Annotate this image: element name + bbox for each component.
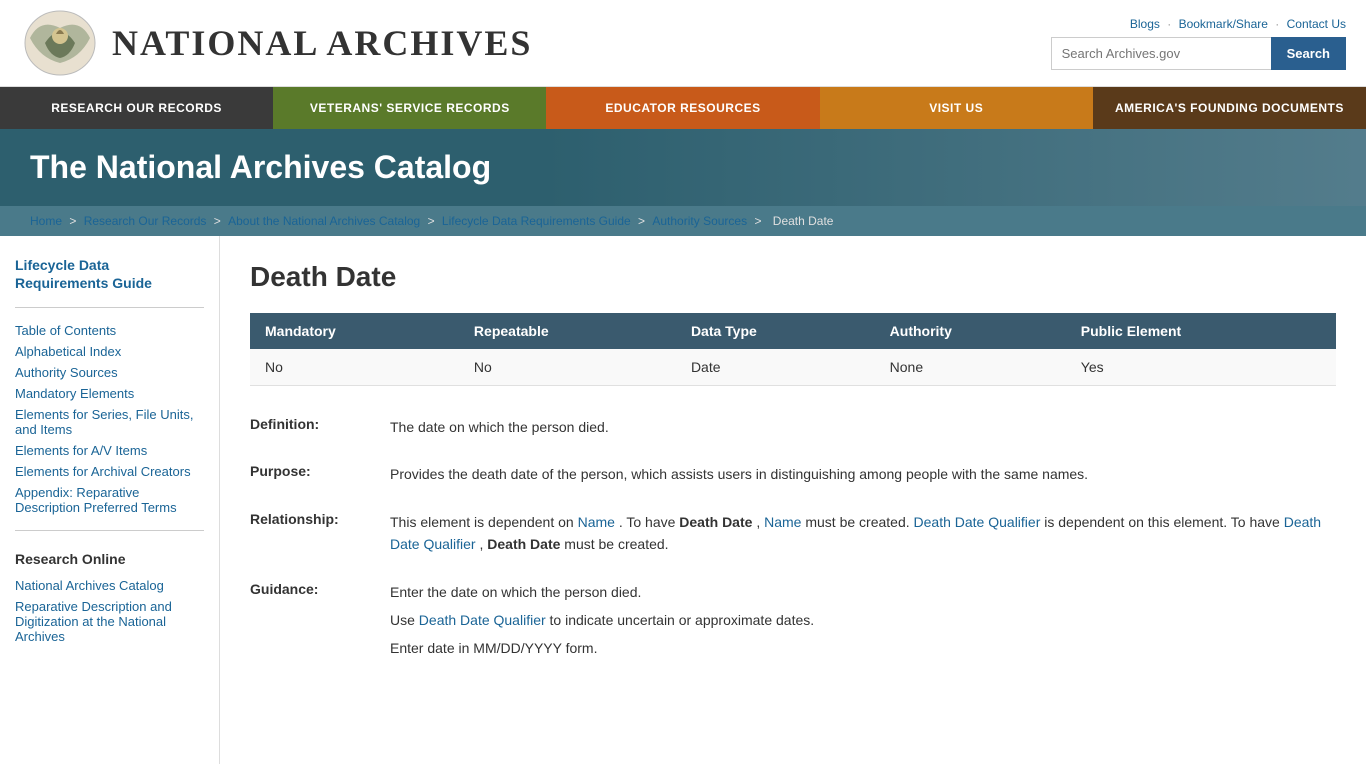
breadcrumb-authority[interactable]: Authority Sources bbox=[652, 214, 747, 228]
col-datatype: Data Type bbox=[676, 313, 875, 349]
purpose-text: Provides the death date of the person, w… bbox=[390, 463, 1336, 485]
logo-area: NATIONAL ARCHIVES bbox=[20, 8, 532, 78]
breadcrumb: Home > Research Our Records > About the … bbox=[0, 206, 1366, 236]
purpose-label: Purpose: bbox=[250, 463, 390, 479]
breadcrumb-lifecycle[interactable]: Lifecycle Data Requirements Guide bbox=[442, 214, 631, 228]
guidance-line-2: Use Death Date Qualifier to indicate unc… bbox=[390, 609, 1336, 631]
nav-item-educator[interactable]: EDUCATOR RESOURCES bbox=[546, 87, 819, 129]
col-mandatory: Mandatory bbox=[250, 313, 459, 349]
nav-item-founding[interactable]: AMERICA'S FOUNDING DOCUMENTS bbox=[1093, 87, 1366, 129]
nav-item-research[interactable]: RESEARCH OUR RECORDS bbox=[0, 87, 273, 129]
search-button[interactable]: Search bbox=[1271, 37, 1346, 70]
sidebar-lifecycle-link[interactable]: Lifecycle Data Requirements Guide bbox=[15, 256, 204, 292]
rel-mid2: must be created. bbox=[805, 514, 913, 530]
banner-title: The National Archives Catalog bbox=[30, 149, 1336, 186]
guidance-text: Enter the date on which the person died.… bbox=[390, 581, 1336, 666]
banner: The National Archives Catalog bbox=[0, 129, 1366, 206]
table-row: No No Date None Yes bbox=[250, 349, 1336, 386]
sidebar-item-alpha[interactable]: Alphabetical Index bbox=[15, 341, 204, 362]
breadcrumb-about[interactable]: About the National Archives Catalog bbox=[228, 214, 420, 228]
nav-bar: RESEARCH OUR RECORDS VETERANS' SERVICE R… bbox=[0, 87, 1366, 129]
rel-intro: This element is dependent on bbox=[390, 514, 574, 530]
page-title: Death Date bbox=[250, 261, 1336, 293]
guidance-label: Guidance: bbox=[250, 581, 390, 597]
nav-item-visit[interactable]: VISIT US bbox=[820, 87, 1093, 129]
rel-bold2: Death Date bbox=[487, 536, 560, 552]
relationship-text: This element is dependent on Name . To h… bbox=[390, 511, 1336, 556]
cell-public: Yes bbox=[1066, 349, 1336, 386]
top-right-area: Blogs · Bookmark/Share · Contact Us Sear… bbox=[1051, 17, 1346, 70]
breadcrumb-current: Death Date bbox=[773, 214, 834, 228]
top-bar: NATIONAL ARCHIVES Blogs · Bookmark/Share… bbox=[0, 0, 1366, 87]
rel-name-link-2[interactable]: Name bbox=[764, 514, 801, 530]
sidebar-item-mandatory[interactable]: Mandatory Elements bbox=[15, 383, 204, 404]
table-header-row: Mandatory Repeatable Data Type Authority… bbox=[250, 313, 1336, 349]
guidance-line-3: Enter date in MM/DD/YYYY form. bbox=[390, 637, 1336, 659]
rel-end: must be created. bbox=[564, 536, 668, 552]
relationship-label: Relationship: bbox=[250, 511, 390, 527]
nav-item-veterans[interactable]: VETERANS' SERVICE RECORDS bbox=[273, 87, 546, 129]
sidebar: Lifecycle Data Requirements Guide Table … bbox=[0, 236, 220, 764]
search-input[interactable] bbox=[1051, 37, 1271, 70]
main-layout: Lifecycle Data Requirements Guide Table … bbox=[0, 236, 1366, 764]
breadcrumb-research[interactable]: Research Our Records bbox=[84, 214, 207, 228]
sidebar-divider-1 bbox=[15, 307, 204, 308]
cell-datatype: Date bbox=[676, 349, 875, 386]
definition-section: Definition: The date on which the person… bbox=[250, 416, 1336, 438]
sidebar-item-appendix[interactable]: Appendix: Reparative Description Preferr… bbox=[15, 482, 204, 518]
sidebar-item-authority[interactable]: Authority Sources bbox=[15, 362, 204, 383]
sidebar-item-elements-series[interactable]: Elements for Series, File Units, and Ite… bbox=[15, 404, 204, 440]
sidebar-divider-2 bbox=[15, 530, 204, 531]
definition-label: Definition: bbox=[250, 416, 390, 432]
contact-link[interactable]: Contact Us bbox=[1287, 17, 1346, 31]
col-public: Public Element bbox=[1066, 313, 1336, 349]
top-links: Blogs · Bookmark/Share · Contact Us bbox=[1130, 17, 1346, 31]
purpose-section: Purpose: Provides the death date of the … bbox=[250, 463, 1336, 485]
metadata-table: Mandatory Repeatable Data Type Authority… bbox=[250, 313, 1336, 386]
col-repeatable: Repeatable bbox=[459, 313, 676, 349]
sidebar-item-reparative[interactable]: Reparative Description and Digitization … bbox=[15, 596, 204, 647]
blogs-link[interactable]: Blogs bbox=[1130, 17, 1160, 31]
rel-ddq-link-1[interactable]: Death Date Qualifier bbox=[914, 514, 1041, 530]
rel-mid3: is dependent on this element. To have bbox=[1044, 514, 1283, 530]
bookmark-link[interactable]: Bookmark/Share bbox=[1179, 17, 1268, 31]
breadcrumb-home[interactable]: Home bbox=[30, 214, 62, 228]
col-authority: Authority bbox=[875, 313, 1066, 349]
search-bar: Search bbox=[1051, 37, 1346, 70]
cell-repeatable: No bbox=[459, 349, 676, 386]
guidance-section: Guidance: Enter the date on which the pe… bbox=[250, 581, 1336, 666]
definition-text: The date on which the person died. bbox=[390, 416, 1336, 438]
site-title: NATIONAL ARCHIVES bbox=[112, 22, 532, 64]
cell-authority: None bbox=[875, 349, 1066, 386]
cell-mandatory: No bbox=[250, 349, 459, 386]
sidebar-item-catalog[interactable]: National Archives Catalog bbox=[15, 575, 204, 596]
guidance-ddq-link[interactable]: Death Date Qualifier bbox=[419, 612, 546, 628]
national-archives-logo bbox=[20, 8, 100, 78]
sidebar-item-elements-av[interactable]: Elements for A/V Items bbox=[15, 440, 204, 461]
relationship-section: Relationship: This element is dependent … bbox=[250, 511, 1336, 556]
content-area: Death Date Mandatory Repeatable Data Typ… bbox=[220, 236, 1366, 764]
guidance-line-1: Enter the date on which the person died. bbox=[390, 581, 1336, 603]
rel-bold1: Death Date bbox=[679, 514, 752, 530]
sidebar-item-toc[interactable]: Table of Contents bbox=[15, 320, 204, 341]
rel-mid1: . To have bbox=[619, 514, 679, 530]
rel-name-link-1[interactable]: Name bbox=[578, 514, 615, 530]
sidebar-item-elements-archival[interactable]: Elements for Archival Creators bbox=[15, 461, 204, 482]
sidebar-research-title: Research Online bbox=[15, 551, 204, 567]
